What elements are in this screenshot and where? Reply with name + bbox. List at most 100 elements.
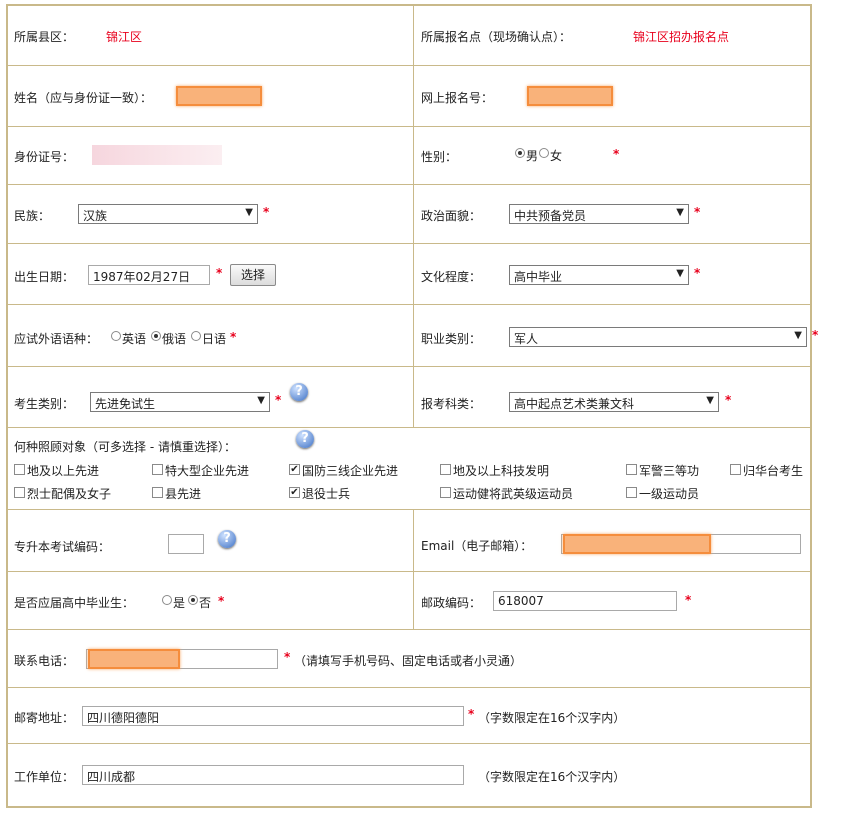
cell-gender: 性别： 男 女 * — [413, 127, 810, 184]
care-checkbox[interactable] — [14, 487, 25, 498]
candidate-type-select[interactable]: 先进免试生 ▼ — [90, 392, 270, 412]
phone-label: 联系电话： — [14, 654, 75, 668]
postcode-label: 邮政编码： — [421, 596, 482, 610]
address-hint: （字数限定在16个汉字内） — [478, 711, 626, 725]
occupation-select[interactable]: 军人 ▼ — [509, 327, 807, 347]
birth-label: 出生日期： — [14, 270, 75, 284]
education-select[interactable]: 高中毕业 ▼ — [509, 265, 689, 285]
gender-radio-male[interactable] — [515, 148, 525, 158]
row-county-site: 所属县区： 锦江区 所属报名点（现场确认点）： 锦江区招办报名点 — [8, 6, 810, 66]
care-checkbox[interactable] — [152, 464, 163, 475]
cell-occupation: 职业类别： 军人 ▼ * — [413, 305, 818, 366]
care-checkbox[interactable] — [626, 487, 637, 498]
upgrade-code-input[interactable] — [168, 534, 204, 554]
row-ethnicity-politics: 民族： 汉族 ▼ * 政治面貌： 中共预备党员 ▼ * — [8, 185, 810, 244]
cell-online-no: 网上报名号： — [413, 66, 810, 126]
row-name-online: 姓名（应与身份证一致）： 网上报名号： — [8, 66, 810, 127]
help-icon[interactable]: ? — [296, 430, 314, 448]
row-id-gender: 身份证号： 性别： 男 女 * — [8, 127, 810, 185]
subject-value: 高中起点艺术类兼文科 — [514, 397, 635, 411]
care-checkbox[interactable] — [152, 487, 163, 498]
care-label: 何种照顾对象（可多选择 - 请慎重选择）： — [14, 440, 236, 454]
required-mark: * — [468, 707, 475, 721]
cell-id: 身份证号： — [8, 127, 414, 184]
care-option-label: 国防三线企业先进 — [302, 464, 399, 478]
birth-date-input[interactable]: 1987年02月27日 — [88, 265, 210, 285]
cell-postcode: 邮政编码： 618007 * — [413, 572, 810, 629]
language-japanese-label: 日语 — [202, 332, 227, 346]
subject-label: 报考科类： — [421, 397, 482, 411]
cell-care: 何种照顾对象（可多选择 - 请慎重选择）： ? 地及以上先进 特大型企业先进 ✔… — [8, 428, 810, 509]
care-checkbox[interactable] — [730, 464, 741, 475]
fresh-grad-label: 是否应届高中毕业生： — [14, 596, 135, 610]
politics-select[interactable]: 中共预备党员 ▼ — [509, 204, 689, 224]
gender-radio-female[interactable] — [539, 148, 549, 158]
required-mark: * — [230, 330, 237, 344]
county-value: 锦江区 — [106, 30, 143, 44]
online-no-input[interactable] — [527, 86, 613, 106]
cell-birth: 出生日期： 1987年02月27日 * 选择 — [8, 244, 414, 304]
email-label: Email（电子邮箱）： — [421, 539, 533, 553]
birth-date-value: 1987年02月27日 — [93, 270, 191, 284]
subject-select[interactable]: 高中起点艺术类兼文科 ▼ — [509, 392, 719, 412]
required-mark: * — [216, 266, 223, 280]
site-value: 锦江区招办报名点 — [633, 30, 730, 44]
gender-male-label: 男 — [526, 149, 539, 163]
care-option-label: 归华台考生 — [743, 464, 804, 478]
gender-female-label: 女 — [550, 149, 563, 163]
cell-employer: 工作单位： 四川成都 （字数限定在16个汉字内） — [8, 744, 810, 806]
care-checkbox[interactable] — [440, 464, 451, 475]
required-mark: * — [263, 205, 270, 219]
row-language-occupation: 应试外语语种： 英语 俄语 日语 * 职业类别： 军人 ▼ * — [8, 305, 818, 367]
care-checkbox[interactable] — [440, 487, 451, 498]
help-icon[interactable]: ? — [290, 383, 308, 401]
chevron-down-icon: ▼ — [706, 395, 714, 406]
name-input[interactable] — [176, 86, 262, 106]
language-label: 应试外语语种： — [14, 332, 99, 346]
required-mark: * — [725, 393, 732, 407]
help-icon[interactable]: ? — [218, 530, 236, 548]
cell-education: 文化程度： 高中毕业 ▼ * — [413, 244, 810, 304]
ethnicity-select[interactable]: 汉族 ▼ — [78, 204, 258, 224]
care-option-label: 地及以上科技发明 — [453, 464, 550, 478]
cell-fresh-grad: 是否应届高中毕业生： 是 否 * — [8, 572, 414, 629]
fresh-grad-no-label: 否 — [199, 596, 212, 610]
row-candidate-subject: 考生类别： 先进免试生 ▼ * ? 报考科类： 高中起点艺术类兼文科 ▼ * — [8, 367, 810, 428]
cell-ethnicity: 民族： 汉族 ▼ * — [8, 185, 414, 243]
language-radio-japanese[interactable] — [191, 331, 201, 341]
chevron-down-icon: ▼ — [245, 207, 253, 218]
address-label: 邮寄地址： — [14, 711, 75, 725]
occupation-value: 军人 — [514, 332, 539, 346]
row-phone: 联系电话： * （请填写手机号码、固定电话或者小灵通） — [8, 630, 810, 688]
postcode-input[interactable]: 618007 — [493, 591, 677, 611]
fresh-grad-radio-no[interactable] — [188, 595, 198, 605]
online-no-label: 网上报名号： — [421, 91, 494, 105]
row-employer: 工作单位： 四川成都 （字数限定在16个汉字内） — [8, 744, 810, 806]
choose-date-button[interactable]: 选择 — [230, 264, 276, 286]
address-value: 四川德阳德阳 — [87, 711, 160, 725]
care-checkbox-checked[interactable]: ✔ — [289, 487, 300, 498]
required-mark: * — [275, 393, 282, 407]
required-mark: * — [694, 266, 701, 280]
cell-phone: 联系电话： * （请填写手机号码、固定电话或者小灵通） — [8, 630, 810, 687]
care-checkbox[interactable] — [626, 464, 637, 475]
row-care-objects: 何种照顾对象（可多选择 - 请慎重选择）： ? 地及以上先进 特大型企业先进 ✔… — [8, 428, 810, 510]
cell-address: 邮寄地址： 四川德阳德阳 * （字数限定在16个汉字内） — [8, 688, 810, 743]
care-checkbox-checked[interactable]: ✔ — [289, 464, 300, 475]
chevron-down-icon: ▼ — [794, 330, 802, 341]
care-checkbox[interactable] — [14, 464, 25, 475]
county-label: 所属县区： — [14, 30, 75, 44]
employer-input[interactable]: 四川成都 — [82, 765, 464, 785]
required-mark: * — [694, 205, 701, 219]
row-address: 邮寄地址： 四川德阳德阳 * （字数限定在16个汉字内） — [8, 688, 810, 744]
address-input[interactable]: 四川德阳德阳 — [82, 706, 464, 726]
care-option-label: 县先进 — [165, 487, 202, 501]
required-mark: * — [218, 594, 225, 608]
language-radio-english[interactable] — [111, 331, 121, 341]
employer-value: 四川成都 — [87, 770, 136, 784]
required-mark: * — [613, 147, 620, 161]
fresh-grad-radio-yes[interactable] — [162, 595, 172, 605]
cell-upgrade-code: 专升本考试编码： ? — [8, 510, 414, 571]
language-radio-russian[interactable] — [151, 331, 161, 341]
cell-email: Email（电子邮箱）： — [413, 510, 810, 571]
